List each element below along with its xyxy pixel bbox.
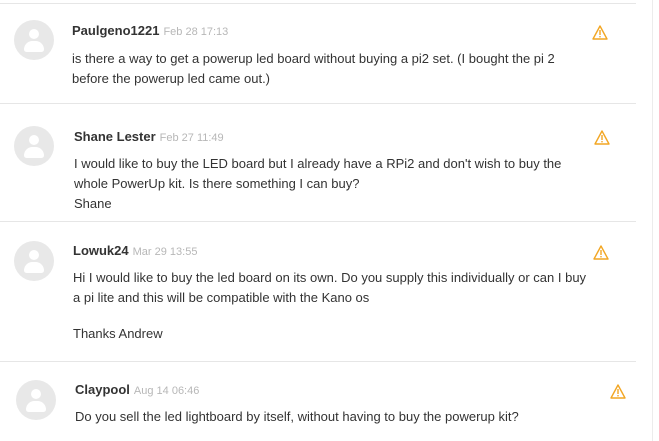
comment-body-line: Shane xyxy=(74,196,112,211)
comment-meta: Shane Lester Feb 27 11:49 xyxy=(74,128,224,147)
comment-body-line: Do you sell the led lightboard by itself… xyxy=(75,409,519,424)
avatar[interactable] xyxy=(14,126,54,166)
comment-body-line: Hi I would like to buy the led board on … xyxy=(73,270,587,285)
comment-body-line: is there a way to get a powerup led boar… xyxy=(72,51,555,66)
avatar-head-shape xyxy=(29,135,39,145)
comment-body: is there a way to get a powerup led boar… xyxy=(72,49,602,89)
flag-warning-icon[interactable] xyxy=(610,384,626,399)
avatar[interactable] xyxy=(16,380,56,420)
flag-warning-icon[interactable] xyxy=(592,25,608,40)
avatar-body-shape xyxy=(26,401,46,412)
comment-item: Shane Lester Feb 27 11:49 I would like to… xyxy=(0,104,636,222)
avatar-head-shape xyxy=(31,389,41,399)
avatar[interactable] xyxy=(14,241,54,281)
comment-meta: Lowuk24 Mar 29 13:55 xyxy=(73,242,197,261)
comment-body: I would like to buy the LED board but I … xyxy=(74,154,604,214)
comment-body: Hi I would like to buy the led board on … xyxy=(73,268,633,344)
avatar[interactable] xyxy=(14,20,54,60)
comment-timestamp[interactable]: Feb 27 11:49 xyxy=(160,132,224,144)
comment-body: Do you sell the led lightboard by itself… xyxy=(75,407,605,427)
avatar-body-shape xyxy=(24,147,44,158)
comment-meta: Paulgeno1221 Feb 28 17:13 xyxy=(72,22,228,41)
comment-signoff: Thanks Andrew xyxy=(73,326,163,341)
comment-author[interactable]: Shane Lester xyxy=(74,129,156,144)
comment-body-line: I would like to buy the LED board but I … xyxy=(74,156,562,171)
comment-item: Claypool Aug 14 06:46 Do you sell the led… xyxy=(0,362,636,441)
flag-warning-icon[interactable] xyxy=(594,130,610,145)
comment-body-line: a pi lite and this will be compatible wi… xyxy=(73,290,370,305)
avatar-body-shape xyxy=(24,41,44,52)
comment-thread: Paulgeno1221 Feb 28 17:13 is there a way … xyxy=(0,0,659,441)
comment-author[interactable]: Claypool xyxy=(75,382,130,397)
avatar-head-shape xyxy=(29,29,39,39)
comment-author[interactable]: Lowuk24 xyxy=(73,243,129,258)
scrollbar-track[interactable] xyxy=(652,0,653,441)
comment-author[interactable]: Paulgeno1221 xyxy=(72,23,159,38)
avatar-head-shape xyxy=(29,250,39,260)
comment-timestamp[interactable]: Aug 14 06:46 xyxy=(134,385,199,397)
avatar-body-shape xyxy=(24,262,44,273)
comment-item: Paulgeno1221 Feb 28 17:13 is there a way … xyxy=(0,4,636,104)
flag-warning-icon[interactable] xyxy=(593,245,609,260)
comment-body-line: before the powerup led came out.) xyxy=(72,71,271,86)
comment-meta: Claypool Aug 14 06:46 xyxy=(75,381,199,400)
comment-body-line: whole PowerUp kit. Is there something I … xyxy=(74,176,360,191)
comment-timestamp[interactable]: Feb 28 17:13 xyxy=(163,26,228,38)
comment-item: Lowuk24 Mar 29 13:55 Hi I would like to b… xyxy=(0,222,636,362)
comment-timestamp[interactable]: Mar 29 13:55 xyxy=(133,246,198,258)
